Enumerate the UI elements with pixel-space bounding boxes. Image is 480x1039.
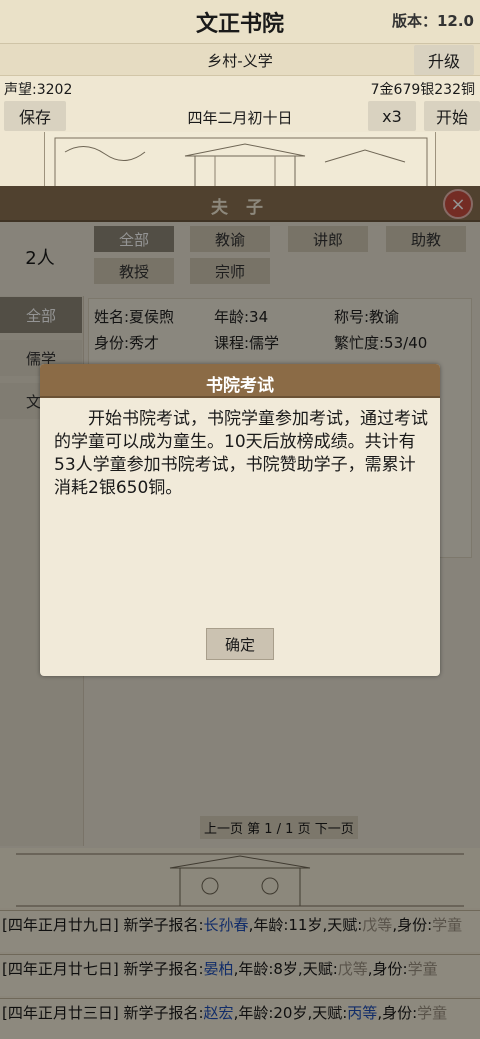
dialog-title: 书院考试 [206,376,274,396]
confirm-button[interactable]: 确定 [206,628,274,660]
exam-dialog: 书院考试 开始书院考试，书院学童参加考试，通过考试的学童可以成为童生。10天后放… [40,364,440,676]
speed-button[interactable]: x3 [368,101,416,131]
academy-illustration [44,132,436,192]
money-stat: 7金679银232铜 [370,82,475,98]
academy-level: 乡村-义学 [207,52,273,70]
upgrade-button[interactable]: 升级 [414,45,474,75]
start-button[interactable]: 开始 [424,101,480,131]
version-label: 版本：12.0 [391,12,474,30]
reputation-stat: 声望:3202 [4,82,73,98]
dialog-message: 开始书院考试，书院学童参加考试，通过考试的学童可以成为童生。10天后放榜成绩。共… [54,409,428,498]
